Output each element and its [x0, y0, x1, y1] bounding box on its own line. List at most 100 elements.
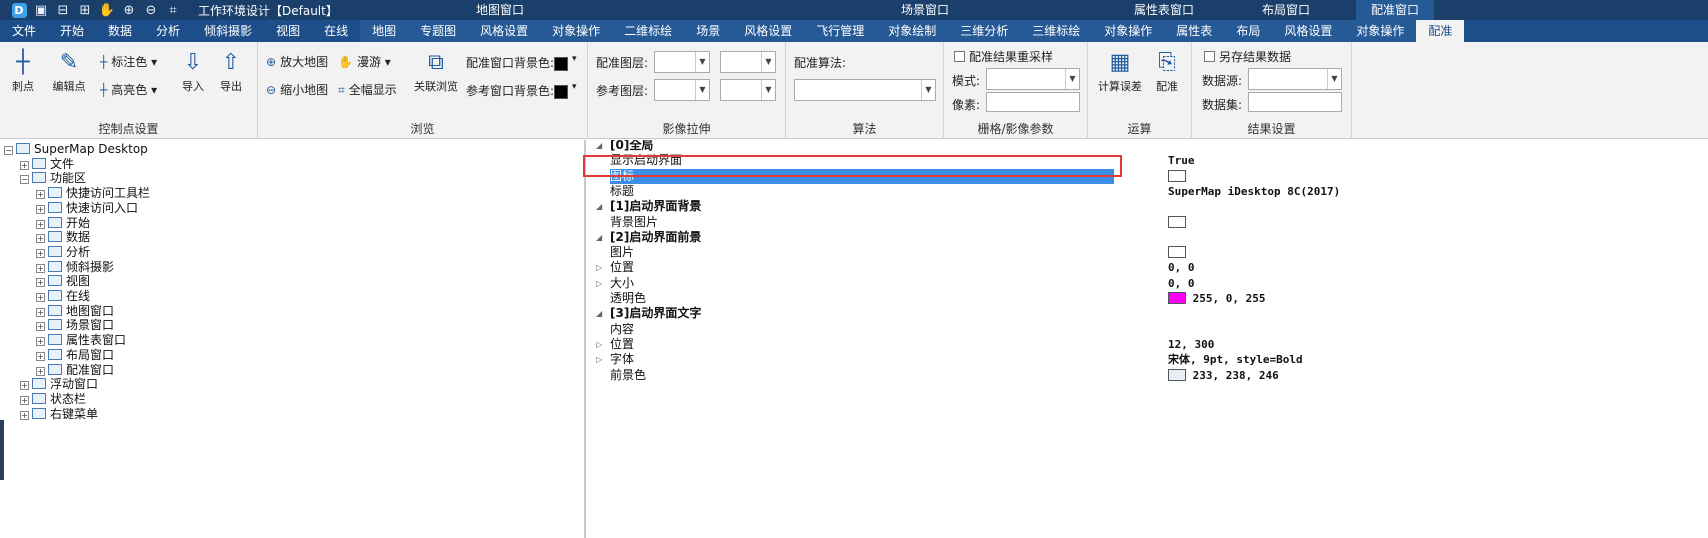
tree-node[interactable]: + 快捷访问工具栏	[36, 186, 150, 201]
tab-21[interactable]: 风格设置	[1272, 20, 1345, 42]
tab-7[interactable]: 地图	[360, 20, 409, 42]
mode-combo[interactable]: ▼	[986, 68, 1080, 90]
tab-13[interactable]: 风格设置	[732, 20, 805, 42]
property-category[interactable]: ◢ [2]启动界面前景	[588, 230, 1708, 245]
tree-node[interactable]: + 属性表窗口	[36, 333, 126, 348]
expand-property-icon[interactable]: ▷	[596, 276, 602, 291]
property-row[interactable]: ▷ 位置 0, 0	[588, 260, 1708, 275]
expand-icon[interactable]: +	[36, 351, 45, 361]
pan-icon[interactable]: ✋	[96, 0, 118, 20]
expand-icon[interactable]: +	[20, 395, 29, 405]
ref-layer-stretch-combo[interactable]: ▼	[720, 79, 776, 101]
full-extent-icon[interactable]: ⌗	[162, 0, 184, 20]
property-row[interactable]: 内容	[588, 322, 1708, 337]
expand-icon[interactable]: +	[36, 190, 45, 200]
tab-11[interactable]: 二维标绘	[612, 20, 685, 42]
resample-checkbox[interactable]: 配准结果重采样	[954, 48, 1053, 65]
expand-property-icon[interactable]: ▷	[596, 352, 602, 367]
reg-window-bg-color[interactable]	[554, 57, 568, 71]
tree-node[interactable]: + 分析	[36, 245, 90, 260]
property-value[interactable]: 12, 300	[1168, 337, 1214, 352]
tab-19[interactable]: 属性表	[1164, 20, 1225, 42]
expand-icon[interactable]: +	[36, 293, 45, 302]
draw-point-button[interactable]: ┼ 刺点	[6, 48, 40, 94]
open-icon[interactable]: ⊟	[52, 0, 74, 20]
property-row[interactable]: 图片	[588, 245, 1708, 260]
tab-12[interactable]: 场景	[684, 20, 733, 42]
tab-4[interactable]: 倾斜摄影	[192, 20, 264, 42]
property-value[interactable]: SuperMap iDesktop 8C(2017)	[1168, 184, 1340, 199]
tree-node[interactable]: + 快速访问入口	[36, 201, 138, 216]
property-row[interactable]: ▷ 位置 12, 300	[588, 337, 1708, 352]
expand-icon[interactable]: +	[36, 337, 45, 347]
datasource-combo[interactable]: ▼	[1248, 68, 1342, 90]
tree-node[interactable]: + 文件	[20, 157, 74, 172]
property-category[interactable]: ◢ [1]启动界面背景	[588, 199, 1708, 214]
expand-icon[interactable]: +	[36, 263, 45, 273]
register-button[interactable]: ⎘ 配准	[1150, 48, 1184, 94]
tree-node[interactable]: − SuperMap Desktop	[4, 142, 148, 157]
expand-icon[interactable]: +	[20, 160, 29, 170]
expand-icon[interactable]: +	[36, 234, 45, 244]
link-browse-button[interactable]: ⧉ 关联浏览	[408, 48, 464, 94]
tree-node[interactable]: + 视图	[36, 274, 90, 289]
tree-node[interactable]: + 倾斜摄影	[36, 260, 114, 275]
zoom-out-icon[interactable]: ⊖	[140, 0, 162, 20]
tab-9[interactable]: 风格设置	[468, 20, 541, 42]
tab-6[interactable]: 在线	[312, 20, 360, 42]
property-category[interactable]: ◢ [0]全局	[588, 140, 1708, 153]
import-button[interactable]: ⇩ 导入	[176, 48, 210, 94]
algorithm-combo[interactable]: ▼	[794, 79, 936, 101]
tab-1[interactable]: 开始	[48, 20, 96, 42]
collapse-icon[interactable]: −	[20, 175, 29, 185]
tree-node[interactable]: + 右键菜单	[20, 407, 98, 422]
tab-23[interactable]: 配准	[1416, 20, 1465, 42]
pixel-input[interactable]	[986, 92, 1080, 112]
tab-18[interactable]: 对象操作	[1092, 20, 1165, 42]
tree-node[interactable]: − 功能区	[20, 171, 86, 186]
tab-2[interactable]: 数据	[96, 20, 144, 42]
property-value[interactable]: 255, 0, 255	[1168, 291, 1265, 306]
import-icon[interactable]: ⊞	[74, 0, 96, 20]
export-button[interactable]: ⇧ 导出	[214, 48, 248, 94]
save-as-checkbox[interactable]: 另存结果数据	[1204, 48, 1291, 65]
tab-20[interactable]: 布局	[1224, 20, 1273, 42]
property-row[interactable]: ▷ 字体 宋体, 9pt, style=Bold	[588, 352, 1708, 367]
zoom-in-icon[interactable]: ⊕	[118, 0, 140, 20]
property-row[interactable]: 标题 SuperMap iDesktop 8C(2017)	[588, 184, 1708, 199]
zoom-in-button[interactable]: ⊕ 放大地图	[266, 52, 328, 72]
tab-10[interactable]: 对象操作	[540, 20, 613, 42]
property-row[interactable]: 背景图片	[588, 215, 1708, 230]
ref-window-bg-color[interactable]	[554, 85, 568, 99]
tree-node[interactable]: + 场景窗口	[36, 318, 114, 333]
expand-icon[interactable]: +	[36, 278, 45, 288]
tree-node[interactable]: + 布局窗口	[36, 348, 114, 363]
expand-icon[interactable]: +	[20, 410, 29, 420]
tree-node[interactable]: + 开始	[36, 216, 90, 231]
reg-bg-dropdown-arrow[interactable]: ▾	[572, 54, 577, 64]
property-value[interactable]: 233, 238, 246	[1168, 368, 1279, 383]
tree-node[interactable]: + 浮动窗口	[20, 377, 98, 392]
expand-icon[interactable]: +	[36, 322, 45, 332]
ref-layer-combo[interactable]: ▼	[654, 79, 710, 101]
property-value[interactable]: True	[1168, 153, 1195, 168]
expand-icon[interactable]: +	[36, 366, 45, 376]
property-row[interactable]: ▷ 大小 0, 0	[588, 276, 1708, 291]
expand-property-icon[interactable]: ▷	[596, 260, 602, 275]
expand-property-icon[interactable]: ▷	[596, 337, 602, 352]
collapse-category-icon[interactable]: ◢	[596, 306, 602, 321]
property-category[interactable]: ◢ [3]启动界面文字	[588, 306, 1708, 321]
reg-layer-stretch-combo[interactable]: ▼	[720, 51, 776, 73]
expand-icon[interactable]: +	[36, 204, 45, 214]
tree-node[interactable]: + 地图窗口	[36, 304, 114, 319]
tab-3[interactable]: 分析	[144, 20, 192, 42]
expand-icon[interactable]: +	[20, 381, 29, 391]
tree-node[interactable]: + 配准窗口	[36, 363, 114, 378]
tab-16[interactable]: 三维分析	[948, 20, 1021, 42]
calc-error-button[interactable]: ▦ 计算误差	[1096, 48, 1144, 94]
reg-layer-combo[interactable]: ▼	[654, 51, 710, 73]
expand-icon[interactable]: +	[36, 307, 45, 317]
property-value[interactable]: 0, 0	[1168, 276, 1195, 291]
property-value[interactable]	[1168, 169, 1186, 184]
expand-icon[interactable]: +	[36, 219, 45, 229]
